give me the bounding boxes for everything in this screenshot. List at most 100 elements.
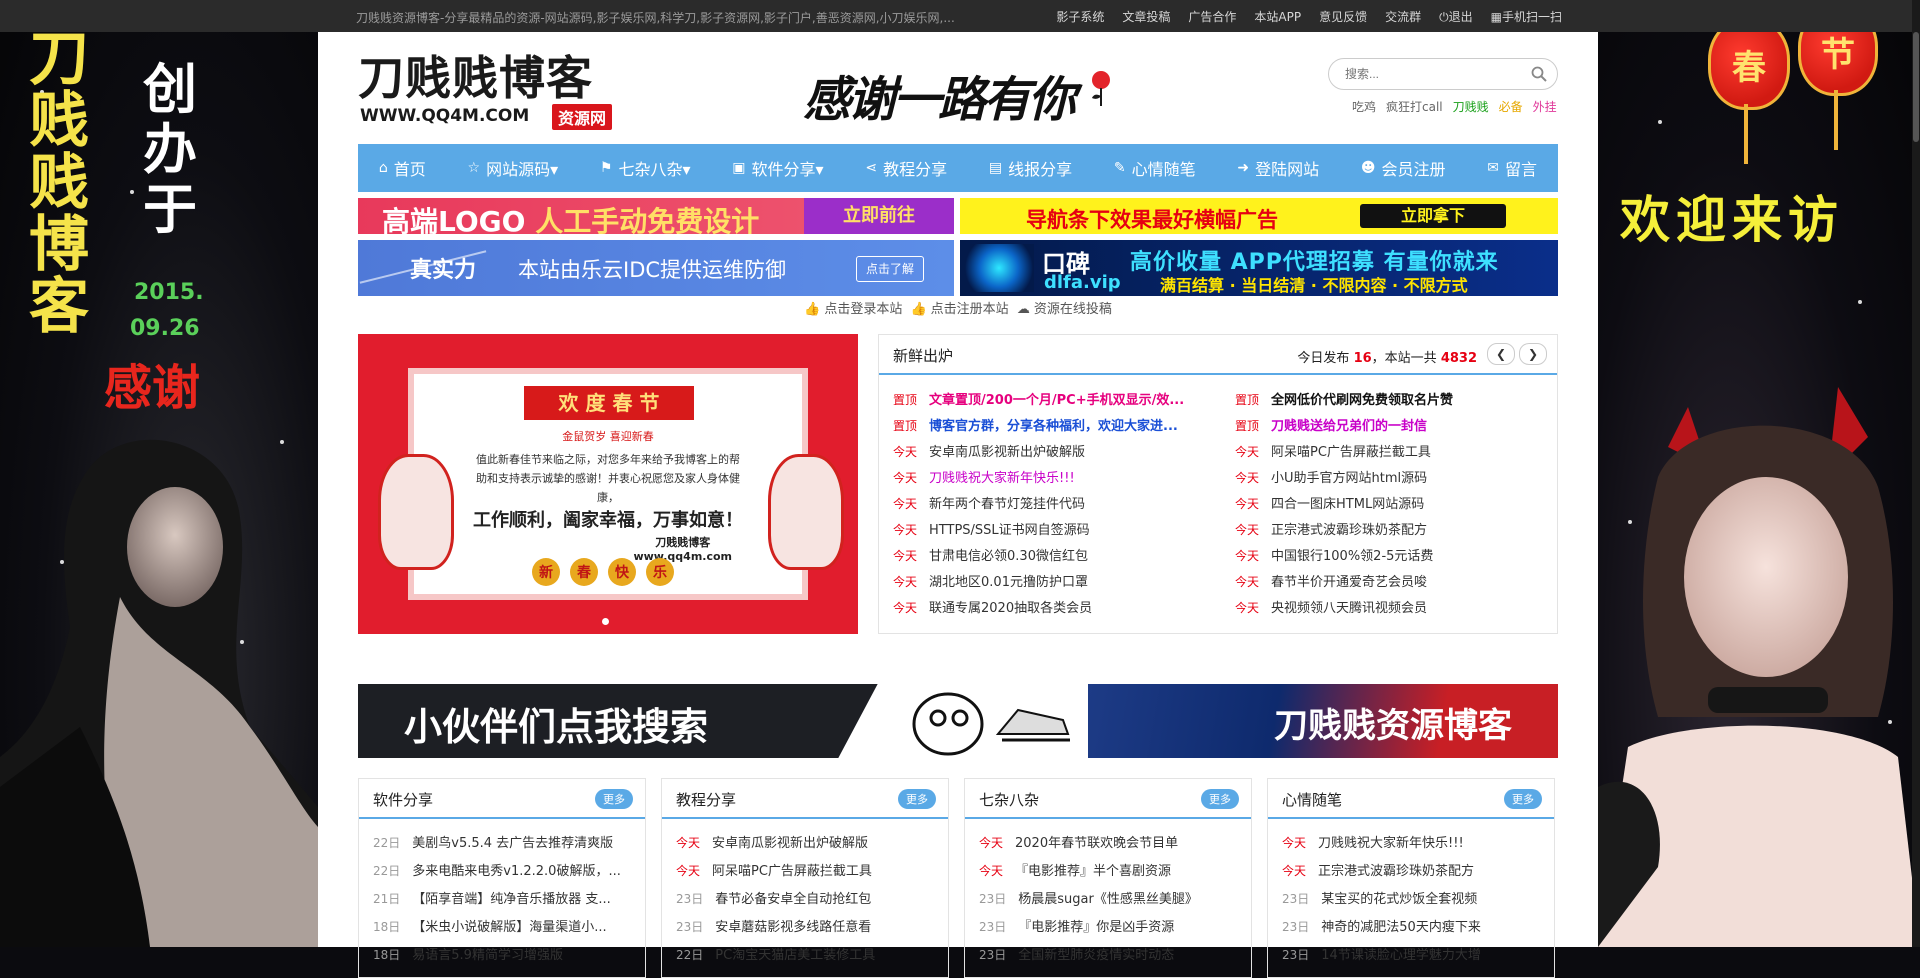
ad-banner-dlfa[interactable]: 口碑 dlfa.vip 高价收量 APP代理招募 有量你就来 满百结算 · 当日…	[960, 240, 1558, 296]
ad-banner-idc[interactable]: 真实力 本站由乐云IDC提供运维防御 点击了解	[358, 240, 954, 296]
search-input[interactable]	[1343, 66, 1517, 82]
more-button[interactable]: 更多	[1201, 789, 1239, 809]
fresh-post-row[interactable]: 今天 春节半价开通爱奇艺会员唆	[1235, 569, 1555, 595]
panel-list-item[interactable]: 今天 刀贱贱祝大家新年快乐!!!	[1282, 829, 1540, 857]
post-title[interactable]: 安卓蘑菇影视多线路任意看	[715, 920, 871, 935]
hotword-link[interactable]: 吃鸡	[1352, 98, 1376, 115]
more-button[interactable]: 更多	[898, 789, 936, 809]
post-title[interactable]: 全网低价代刷网免费领取名片赞	[1271, 393, 1453, 408]
fresh-post-row[interactable]: 今天 阿呆喵PC广告屏蔽拦截工具	[1235, 439, 1555, 465]
fresh-post-row[interactable]: 置顶 刀贱贱送给兄弟们的一封信	[1235, 413, 1555, 439]
fresh-post-row[interactable]: 今天 联通专属2020抽取各类会员	[893, 595, 1213, 621]
top-link-shadow-system[interactable]: 影子系统	[1056, 8, 1104, 25]
post-title[interactable]: PC淘宝天猫店美工装修工具	[715, 948, 875, 963]
post-title[interactable]: 刀贱贱祝大家新年快乐!!!	[1318, 836, 1464, 851]
post-title[interactable]: 【陌享音端】纯净音乐播放器 支...	[412, 892, 611, 907]
ad-logo-go-button[interactable]: 立即前往	[804, 198, 954, 234]
post-title[interactable]: 14节课读脸心理学魅力大增	[1321, 948, 1481, 963]
top-link-logout[interactable]: ⏻退出	[1439, 8, 1473, 25]
panel-list-item[interactable]: 23日 春节必备安卓全自动抢红包	[676, 885, 934, 913]
post-title[interactable]: 四合一图床HTML网站源码	[1271, 497, 1424, 512]
panel-list-item[interactable]: 23日 某宝买的花式炒饭全套视频	[1282, 885, 1540, 913]
page-scrollbar[interactable]	[1912, 0, 1920, 947]
next-arrow-icon[interactable]: ❯	[1519, 343, 1547, 365]
fresh-post-row[interactable]: 置顶 全网低价代刷网免费领取名片赞	[1235, 387, 1555, 413]
post-title[interactable]: 阿呆喵PC广告屏蔽拦截工具	[712, 864, 872, 879]
top-link-group[interactable]: 交流群	[1385, 8, 1421, 25]
panel-list-item[interactable]: 22日 多来电酷来电秀v1.2.2.0破解版，...	[373, 857, 631, 885]
top-link-ad-cooperation[interactable]: 广告合作	[1188, 8, 1236, 25]
post-title[interactable]: 刀贱贱送给兄弟们的一封信	[1271, 419, 1427, 434]
post-title[interactable]: 安卓南瓜影视新出炉破解版	[929, 445, 1085, 460]
panel-list-item[interactable]: 今天 『电影推荐』半个喜剧资源	[979, 857, 1237, 885]
ad-nav-slot-button[interactable]: 立即拿下	[1360, 204, 1506, 228]
slider-pagination-dot[interactable]	[602, 618, 609, 625]
featured-slider[interactable]: 欢 度 春 节 金鼠贺岁 喜迎新春 值此新春佳节来临之际，对您多年来给予我博客上…	[358, 334, 858, 634]
panel-list-item[interactable]: 23日 14节课读脸心理学魅力大增	[1282, 941, 1540, 969]
search-icon[interactable]	[1531, 66, 1547, 82]
panel-list-item[interactable]: 23日 全国新型肺炎疫情实时动态	[979, 941, 1237, 969]
page-scrollbar-thumb[interactable]	[1913, 32, 1919, 142]
top-link-app[interactable]: 本站APP	[1254, 8, 1301, 25]
fresh-post-row[interactable]: 今天 安卓南瓜影视新出炉破解版	[893, 439, 1213, 465]
fresh-post-row[interactable]: 今天 甘肃电信必领0.30微信红包	[893, 543, 1213, 569]
ad-banner-nav-slot[interactable]: 导航条下效果最好横幅广告 立即拿下	[960, 198, 1558, 234]
nav-item-site-source[interactable]: ☆ 网站源码▾	[464, 156, 563, 180]
hotword-link[interactable]: 必备	[1499, 98, 1523, 115]
panel-list-item[interactable]: 23日 神奇的减肥法50天内瘦下来	[1282, 913, 1540, 941]
post-title[interactable]: 美剧鸟v5.5.4 去广告去推荐清爽版	[412, 836, 613, 851]
nav-item-home[interactable]: ⌂ 首页	[375, 156, 430, 180]
post-title[interactable]: 央视频领八天腾讯视频会员	[1271, 601, 1427, 616]
post-title[interactable]: 杨晨晨sugar《性感黑丝美腿》	[1018, 892, 1198, 907]
top-link-submit-article[interactable]: 文章投稿	[1122, 8, 1170, 25]
post-title[interactable]: 正宗港式波霸珍珠奶茶配方	[1318, 864, 1474, 879]
more-button[interactable]: 更多	[1504, 789, 1542, 809]
post-title[interactable]: 文章置顶/200一个月/PC+手机双显示/效...	[929, 393, 1184, 408]
panel-list-item[interactable]: 22日 美剧鸟v5.5.4 去广告去推荐清爽版	[373, 829, 631, 857]
panel-list-item[interactable]: 22日 PC淘宝天猫店美工装修工具	[676, 941, 934, 969]
panel-list-item[interactable]: 21日 【陌享音端】纯净音乐播放器 支...	[373, 885, 631, 913]
fresh-post-row[interactable]: 今天 刀贱贱祝大家新年快乐!!!	[893, 465, 1213, 491]
post-title[interactable]: 甘肃电信必领0.30微信红包	[929, 549, 1088, 564]
post-title[interactable]: HTTPS/SSL证书网自签源码	[929, 523, 1090, 538]
nav-item-login[interactable]: ➜ 登陆网站	[1233, 156, 1323, 180]
post-title[interactable]: 阿呆喵PC广告屏蔽拦截工具	[1271, 445, 1431, 460]
panel-list-item[interactable]: 23日 『电影推荐』你是凶手资源	[979, 913, 1237, 941]
fresh-post-row[interactable]: 今天 湖北地区0.01元撸防护口罩	[893, 569, 1213, 595]
post-title[interactable]: 春节半价开通爱奇艺会员唆	[1271, 575, 1427, 590]
post-title[interactable]: 新年两个春节灯笼挂件代码	[929, 497, 1085, 512]
panel-list-item[interactable]: 今天 2020年春节联欢晚会节目单	[979, 829, 1237, 857]
post-title[interactable]: 全国新型肺炎疫情实时动态	[1018, 948, 1174, 963]
ad-idc-learn-more-button[interactable]: 点击了解	[856, 256, 924, 282]
post-title[interactable]: 小U助手官方网站html源码	[1271, 471, 1427, 486]
post-title[interactable]: 正宗港式波霸珍珠奶茶配方	[1271, 523, 1427, 538]
quick-link-login[interactable]: 点击登录本站	[824, 302, 902, 317]
panel-list-item[interactable]: 今天 阿呆喵PC广告屏蔽拦截工具	[676, 857, 934, 885]
post-title[interactable]: 某宝买的花式炒饭全套视频	[1321, 892, 1477, 907]
fresh-post-row[interactable]: 今天 中国银行100%领2-5元话费	[1235, 543, 1555, 569]
ad-banner-logo-design[interactable]: 高端LOGO 人工手动免费设计 立即前往	[358, 198, 954, 234]
search-promo-banner[interactable]: 小伙伴们点我搜索 刀贱贱资源博客	[358, 684, 1558, 758]
post-title[interactable]: 『电影推荐』半个喜剧资源	[1015, 864, 1171, 879]
more-button[interactable]: 更多	[595, 789, 633, 809]
post-title[interactable]: 『电影推荐』你是凶手资源	[1018, 920, 1174, 935]
hotword-link[interactable]: 刀贱贱	[1453, 98, 1489, 115]
hotword-link[interactable]: 外挂	[1533, 98, 1557, 115]
prev-arrow-icon[interactable]: ❮	[1487, 343, 1515, 365]
post-title[interactable]: 【米虫小说破解版】海量渠道小...	[412, 920, 606, 935]
nav-item-guestbook[interactable]: ✉ 留言	[1483, 156, 1541, 180]
panel-list-item[interactable]: 18日 【米虫小说破解版】海量渠道小...	[373, 913, 631, 941]
post-title[interactable]: 湖北地区0.01元撸防护口罩	[929, 575, 1088, 590]
post-title[interactable]: 刀贱贱祝大家新年快乐!!!	[929, 471, 1075, 486]
fresh-post-row[interactable]: 今天 小U助手官方网站html源码	[1235, 465, 1555, 491]
site-logo[interactable]: 刀贱贱博客 WWW.QQ4M.COM 资源网	[358, 52, 638, 130]
post-title[interactable]: 博客官方群，分享各种福利，欢迎大家进...	[929, 419, 1178, 434]
top-link-mobile-scan[interactable]: ▦手机扫一扫	[1491, 8, 1562, 25]
nav-item-misc[interactable]: ⚑ 七杂八杂▾	[596, 156, 695, 180]
panel-list-item[interactable]: 今天 正宗港式波霸珍珠奶茶配方	[1282, 857, 1540, 885]
panel-list-item[interactable]: 今天 安卓南瓜影视新出炉破解版	[676, 829, 934, 857]
fresh-post-row[interactable]: 置顶 博客官方群，分享各种福利，欢迎大家进...	[893, 413, 1213, 439]
fresh-post-row[interactable]: 今天 四合一图床HTML网站源码	[1235, 491, 1555, 517]
panel-list-item[interactable]: 18日 易语言5.9精简学习增强版	[373, 941, 631, 969]
nav-item-tutorials[interactable]: ⋖ 教程分享	[861, 156, 951, 180]
